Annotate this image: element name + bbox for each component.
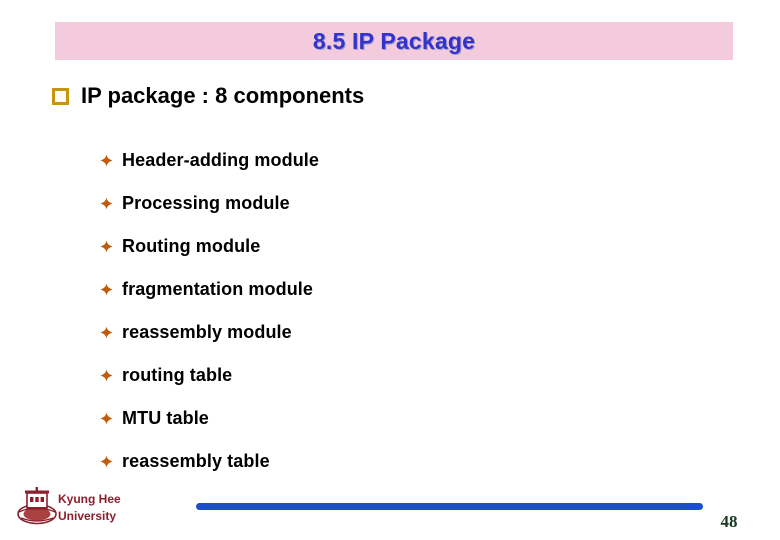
hollow-square-bullet-icon (52, 87, 69, 105)
level2-bullet-list: Header-adding module Processing module R… (100, 139, 660, 483)
list-item-label: routing table (122, 365, 233, 385)
diamond-bullet-icon (100, 283, 113, 296)
diamond-bullet-icon (100, 240, 113, 253)
footer-divider-rule (196, 503, 703, 510)
diamond-bullet-icon (100, 197, 113, 210)
list-item: routing table (100, 354, 660, 397)
page-title: 8.5 IP Package (312, 28, 476, 54)
list-item: reassembly table (100, 440, 660, 483)
list-item: Processing module (100, 182, 660, 225)
list-item-label: fragmentation module (122, 279, 314, 299)
diamond-bullet-icon (100, 412, 113, 425)
list-item: Header-adding module (100, 139, 660, 182)
list-item: Routing module (100, 225, 660, 268)
diamond-bullet-icon (100, 369, 113, 382)
organization-name-line2: University (58, 509, 117, 523)
diamond-bullet-icon (100, 326, 113, 339)
level1-bullet-row: IP package : 8 components (52, 83, 364, 109)
page-number: 48 (720, 512, 738, 531)
organization-name-line1: Kyung Hee (58, 492, 121, 506)
title-banner: 8.5 IP Package (55, 22, 733, 60)
list-item-label: MTU table (122, 408, 209, 428)
list-item: fragmentation module (100, 268, 660, 311)
list-item: reassembly module (100, 311, 660, 354)
list-item-label: Processing module (122, 193, 290, 213)
organization-name: Kyung Hee University (58, 491, 121, 525)
list-item-label: Routing module (122, 236, 261, 256)
list-item-label: reassembly table (122, 451, 270, 471)
list-item-label: reassembly module (122, 322, 292, 342)
slide-canvas: 8.5 IP Package IP package : 8 components… (0, 0, 780, 540)
level1-bullet-label: IP package : 8 components (81, 83, 365, 108)
diamond-bullet-icon (100, 455, 113, 468)
list-item-label: Header-adding module (122, 150, 320, 170)
diamond-bullet-icon (100, 154, 113, 167)
list-item: MTU table (100, 397, 660, 440)
kyung-hee-university-crest-icon (16, 487, 58, 527)
